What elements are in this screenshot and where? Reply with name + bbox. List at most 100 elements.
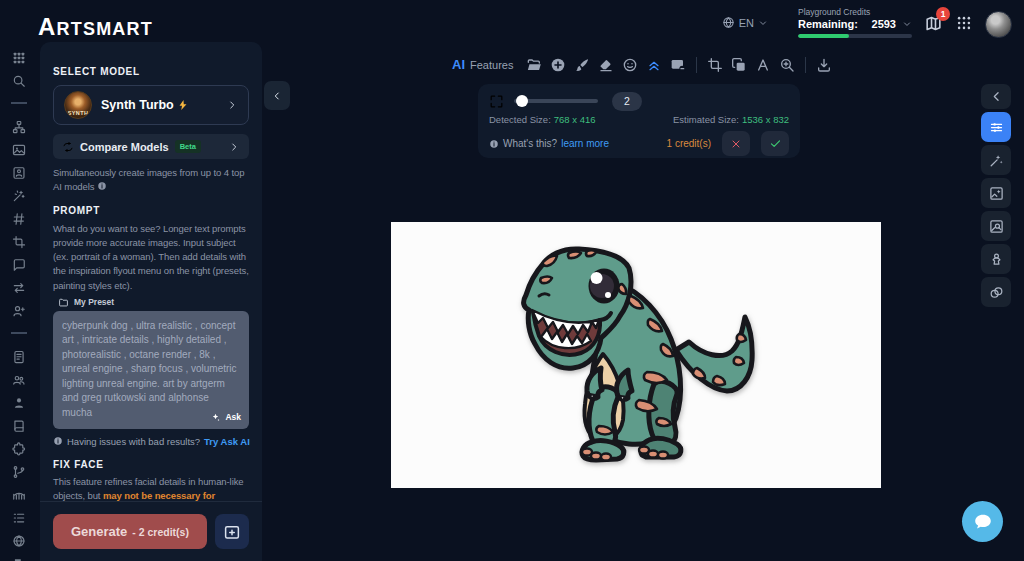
generate-area: Generate - 2 credit(s) [40,501,262,561]
fix-face-hint: This feature refines facial details in h… [53,475,249,504]
chat-bubble-icon [972,511,994,533]
rail-divider [11,332,27,334]
rail-search-icon[interactable] [12,69,26,92]
notifications-button[interactable]: 1 [924,14,943,37]
ask-button[interactable]: Ask [210,411,241,423]
chevron-right-icon [228,141,240,153]
toolbar-chevrons-up-button[interactable] [646,57,662,73]
toolbar-zoom-in-button[interactable] [779,57,795,73]
ask-label: Ask [225,411,241,423]
rail-book-icon[interactable] [12,414,26,437]
right-rail-magic-edit-button[interactable] [981,145,1011,175]
chevron-left-icon [271,90,283,102]
credits-progress [798,34,912,38]
rail-bridge-icon[interactable] [12,483,26,506]
toolbar-separator [805,57,806,73]
ai-label: AI [452,57,465,72]
rail-tree-icon[interactable] [12,115,26,138]
toolbar-folder-open-button[interactable] [526,57,542,73]
preset-tab[interactable]: My Preset [53,297,249,308]
model-name: Synth Turbo [101,98,174,112]
try-ask-ai-link[interactable]: Try Ask AI [204,436,250,447]
toolbar-plus-circle-button[interactable] [550,57,566,73]
features-label: Features [470,59,513,71]
chat-button[interactable] [962,501,1003,542]
rail-doc-icon[interactable] [12,345,26,368]
credits-remaining-label: Remaining: [798,18,858,30]
rail-hash-icon[interactable] [12,207,26,230]
rail-swap-icon[interactable] [12,276,26,299]
credits-value: 2593 [872,18,896,30]
generate-button[interactable]: Generate - 2 credit(s) [53,514,207,549]
right-rail-image-search-button[interactable] [981,211,1011,241]
prompt-text: cyberpunk dog , ultra realistic , concep… [62,320,237,418]
learn-more-link[interactable]: learn more [561,138,609,149]
prompt-hint: What do you want to see? Longer text pro… [53,222,249,293]
detected-size-label: Detected Size: [489,114,551,125]
slider-knob[interactable] [516,95,528,107]
compare-models-button[interactable]: Compare Models Beta [53,134,249,159]
cancel-upscale-button[interactable] [722,131,750,156]
toolbar-separator [696,57,697,73]
preset-label: My Preset [74,297,114,307]
rail-grid9-icon[interactable] [12,46,26,69]
whats-this-label: What's this? [503,138,557,149]
toolbar-copy-button[interactable] [731,57,747,73]
rail-users-icon[interactable] [12,368,26,391]
estimated-size-value: 1536 x 832 [742,114,789,125]
app-logo: ARTSMART [38,13,153,41]
collapse-sidebar-button[interactable] [264,81,290,110]
right-rail-image-enhance-button[interactable] [981,178,1011,208]
credits-widget[interactable]: Playground Credits Remaining: 2593 [798,7,912,38]
rail-chat-icon[interactable] [12,253,26,276]
sidebar: SELECT MODEL SYNTH Synth Turbo Compare M… [40,42,262,561]
rail-croprotate-icon[interactable] [12,230,26,253]
model-select-card[interactable]: SYNTH Synth Turbo [53,85,249,125]
chevron-down-icon [758,18,768,28]
estimated-size-label: Estimated Size: [673,114,739,125]
rail-list-icon[interactable] [12,506,26,529]
right-rail-collapse-right-panel-button[interactable] [981,84,1011,109]
model-logo: SYNTH [64,91,92,119]
apps-grid-button[interactable] [955,14,973,36]
toolbar-eraser-button[interactable] [598,57,614,73]
rail-idcard-icon[interactable] [12,161,26,184]
rail-wand-icon[interactable] [12,184,26,207]
rail-globe-icon[interactable] [12,529,26,552]
rail-puzzle-icon[interactable] [12,437,26,460]
upscale-slider[interactable] [514,99,598,103]
rail-divider [11,102,27,104]
confirm-upscale-button[interactable] [761,131,789,156]
topbar-right: EN Playground Credits Remaining: 2593 1 [722,7,1012,38]
fix-face-label: FIX FACE [53,459,249,470]
globe-icon [722,16,735,29]
rail-person-icon[interactable] [12,391,26,414]
right-rail-character-button[interactable] [981,244,1011,274]
prompt-input[interactable]: cyberpunk dog , ultra realistic , concep… [53,311,249,429]
toolbar-brush-button[interactable] [574,57,590,73]
language-selector[interactable]: EN [722,16,768,29]
rail-chats-icon[interactable] [12,552,26,561]
toolbar-download-button[interactable] [816,57,832,73]
info-icon [489,139,499,149]
toolbar: AI Features [452,52,832,77]
rail-person-plus-icon[interactable] [12,299,26,322]
image-to-image-button[interactable] [215,514,249,549]
toolbar-crop-button[interactable] [707,57,723,73]
toolbar-image-minus-button[interactable] [670,57,686,73]
beta-badge: Beta [175,140,201,153]
avatar[interactable] [985,11,1012,38]
language-label: EN [739,17,754,29]
canvas[interactable] [391,222,881,488]
compare-hint: Simultaneously create images from up to … [53,166,249,195]
right-rail-attachments-button[interactable] [981,277,1011,307]
generated-image-trex [391,222,881,488]
select-model-label: SELECT MODEL [53,66,249,77]
toolbar-smiley-button[interactable] [622,57,638,73]
detected-size-value: 768 x 416 [554,114,596,125]
rail-branch-icon[interactable] [12,460,26,483]
left-rail [0,46,38,561]
toolbar-text-button[interactable] [755,57,771,73]
rail-image-icon[interactable] [12,138,26,161]
right-rail-settings-button[interactable] [981,112,1011,142]
